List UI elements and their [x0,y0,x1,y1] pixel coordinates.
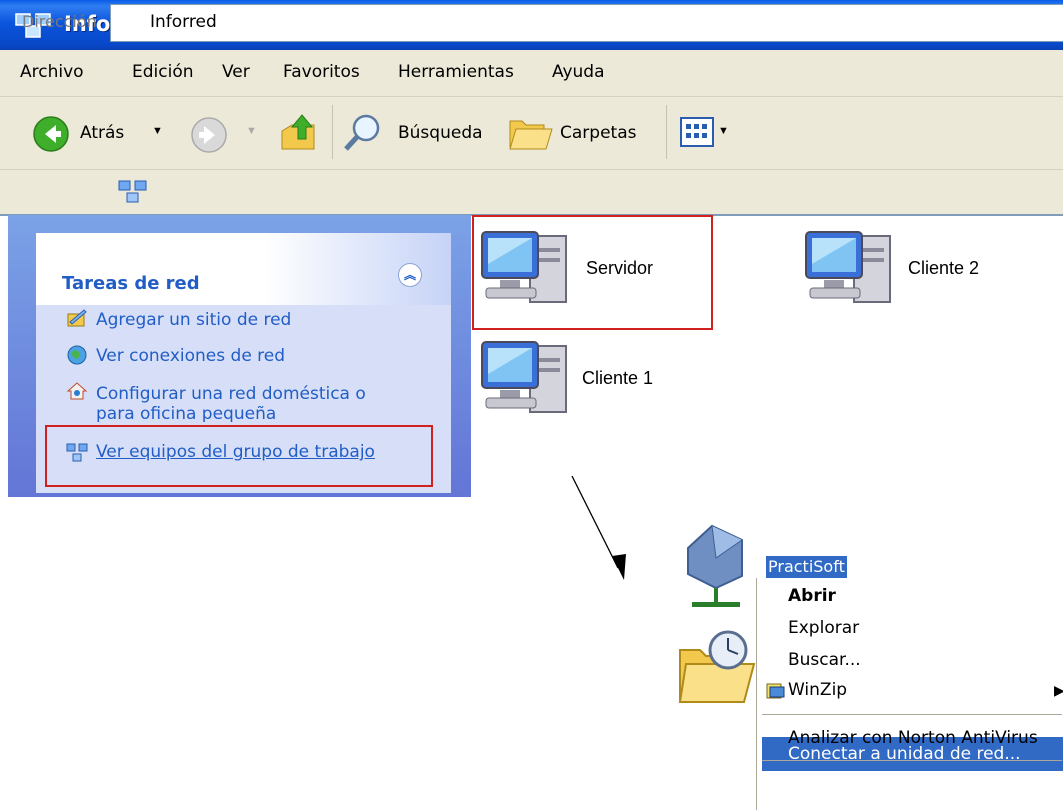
add-network-place-icon [67,309,87,327]
menu-ver[interactable]: Ver [222,62,250,82]
menu-archivo[interactable]: Archivo [20,62,84,82]
share-name: PractiSoft [768,557,845,576]
network-icon [118,180,147,203]
forward-dropdown-icon[interactable]: ▼ [246,125,257,137]
network-connections-icon [67,345,87,365]
toolbar: Atrás ▼ ▼ Búsqueda Carpetas ▼ [0,97,1063,170]
home-network-icon [66,382,88,400]
menu-ayuda[interactable]: Ayuda [552,62,605,82]
views-dropdown-icon: ▼ [718,125,729,137]
menu-separator [762,714,1062,715]
folders-label: Carpetas [560,123,637,143]
annotation-box-workgroup [45,425,433,487]
menu-item-buscar[interactable]: Buscar... [788,650,861,670]
folders-button[interactable]: Carpetas [508,107,658,157]
menu-herramientas[interactable]: Herramientas [398,62,514,82]
computer-label-cliente-1[interactable]: Cliente 1 [582,368,653,389]
menu-bar: Archivo Edición Ver Favoritos Herramient… [0,50,1063,97]
address-input[interactable] [110,4,1063,42]
up-folder-icon[interactable] [278,111,320,153]
search-icon [344,114,380,151]
network-tasks-header[interactable] [36,233,451,305]
network-share-icon[interactable] [682,518,752,614]
network-tasks-title: Tareas de red [62,273,200,294]
task-setup-home-network-line2[interactable]: para oficina pequeña [96,404,276,422]
back-arrow-icon [33,116,69,152]
menu-favoritos[interactable]: Favoritos [283,62,360,82]
computer-icon [481,341,567,413]
share-name-selected[interactable]: PractiSoft [766,556,847,578]
menu-edicion[interactable]: Edición [132,62,194,82]
search-button[interactable]: Búsqueda [342,107,502,157]
back-label: Atrás [80,123,125,143]
collapse-chevron-icon[interactable]: ︽ [398,263,422,287]
task-view-network-connections[interactable]: Ver conexiones de red [96,346,285,366]
task-setup-home-network[interactable]: Configurar una red doméstica o [96,384,366,404]
views-button[interactable]: ▼ [678,113,744,153]
back-dropdown-icon[interactable]: ▼ [152,125,163,137]
address-value: Inforred [150,12,217,32]
submenu-arrow-icon: ▶ [1054,682,1063,698]
task-add-network-place[interactable]: Agregar un sitio de red [96,310,291,330]
scheduled-tasks-folder-icon[interactable] [676,628,756,708]
annotation-arrow [571,475,626,580]
menu-item-winzip[interactable]: WinZip [788,680,847,700]
menu-item-explorar[interactable]: Explorar [788,618,859,638]
annotation-box-servidor [472,215,713,330]
views-icon [680,117,714,147]
folders-icon [509,120,553,150]
back-button[interactable]: Atrás [24,111,154,155]
address-bar [0,170,1063,216]
address-label: Dirección [22,12,97,31]
winzip-icon [766,683,785,699]
computer-label-cliente-2[interactable]: Cliente 2 [908,258,979,279]
menu-item-abrir[interactable]: Abrir [788,586,836,606]
menu-item-conectar-unidad[interactable]: Conectar a unidad de red... [788,744,1021,764]
forward-arrow-icon[interactable] [190,116,228,154]
computer-icon [805,231,891,303]
search-label: Búsqueda [398,123,483,143]
context-menu-items: Abrir Explorar Buscar... WinZip ▶ Analiz… [756,578,1063,810]
